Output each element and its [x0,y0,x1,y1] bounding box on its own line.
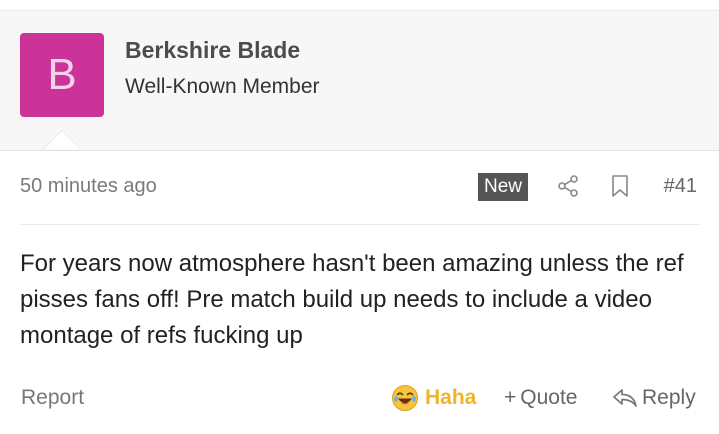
new-badge: New [478,173,529,201]
post-number-link[interactable]: #41 [664,175,697,198]
post-message: For years now atmosphere hasn't been ama… [20,250,684,349]
report-link[interactable]: Report [21,386,84,410]
quote-button[interactable]: + Quote [504,386,577,410]
user-title: Well-Known Member [125,75,320,98]
reply-label: Reply [642,386,696,409]
user-info-block: B Berkshire Blade Well-Known Member [0,10,719,151]
username-link[interactable]: Berkshire Blade [125,37,300,64]
avatar[interactable]: B [20,33,104,117]
bookmark-icon[interactable] [610,174,630,198]
reaction-label: Haha [425,386,477,409]
meta-divider [20,224,699,225]
plus-icon: + [504,386,517,409]
reply-button[interactable]: Reply [612,383,696,413]
user-block-pointer-inner [44,131,80,149]
reply-arrow-icon [613,389,637,407]
avatar-letter: B [47,50,77,99]
quote-label: Quote [520,386,578,409]
share-icon[interactable] [556,174,580,198]
laughing-face-icon [392,385,418,411]
post-timestamp[interactable]: 50 minutes ago [20,175,157,198]
haha-reaction-button[interactable]: Haha [391,383,476,413]
forum-post: B Berkshire Blade Well-Known Member 50 m… [0,0,719,434]
